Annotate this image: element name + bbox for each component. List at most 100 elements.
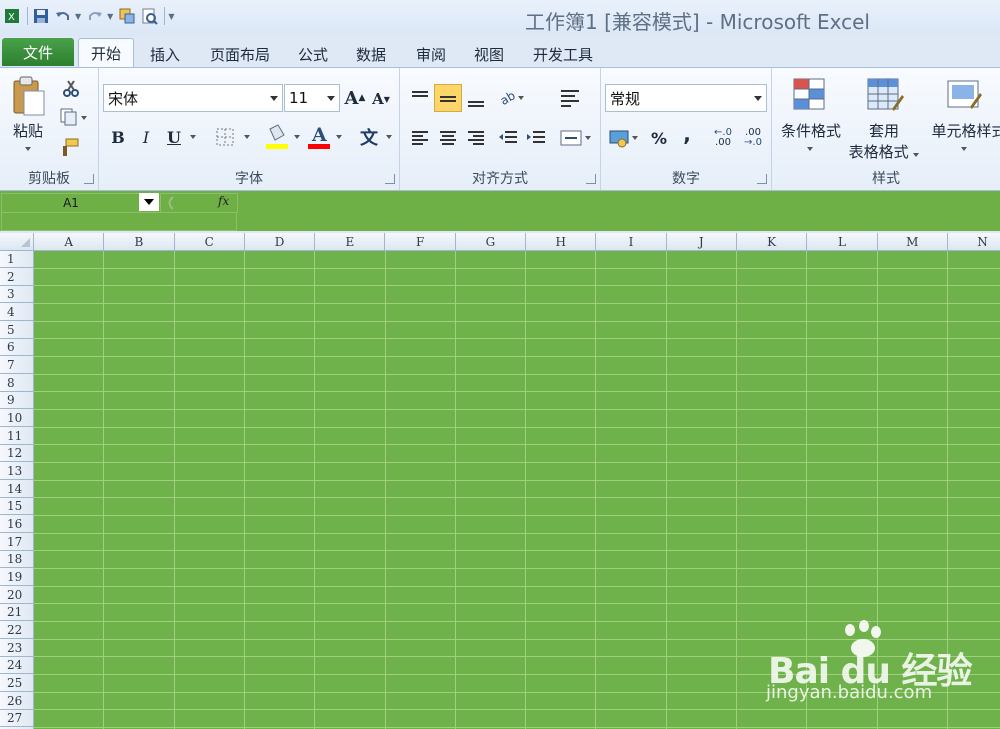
cut-icon[interactable] [60, 78, 82, 98]
decrease-decimal-button[interactable]: .00 →.0 [739, 124, 767, 152]
column-header[interactable]: J [667, 233, 737, 250]
table-format-label-2[interactable]: 表格格式 [846, 141, 922, 162]
conditional-format-dropdown-icon[interactable] [804, 144, 816, 154]
comma-button[interactable]: , [677, 120, 697, 148]
print-preview-icon[interactable] [139, 6, 159, 26]
align-top-icon[interactable] [406, 84, 434, 112]
cell-styles-dropdown-icon[interactable] [958, 144, 970, 154]
column-header[interactable]: L [807, 233, 878, 250]
phonetic-dropdown-icon[interactable] [383, 130, 395, 144]
table-format-dropdown-icon[interactable] [913, 153, 920, 157]
row-header[interactable]: 20 [0, 587, 33, 604]
chevron-down-icon[interactable] [270, 96, 278, 101]
borders-dropdown-icon[interactable] [241, 130, 253, 144]
tab-formulas[interactable]: 公式 [290, 41, 336, 67]
name-box[interactable]: A1 [1, 193, 141, 213]
align-middle-icon[interactable] [434, 84, 462, 112]
increase-indent-icon[interactable] [522, 124, 550, 152]
undo-dropdown-icon[interactable]: ▼ [75, 12, 81, 21]
align-right-icon[interactable] [462, 124, 490, 152]
align-center-icon[interactable] [434, 124, 462, 152]
font-size-combo[interactable]: 11 [284, 84, 340, 112]
row-header[interactable]: 1 [0, 251, 33, 268]
formula-input[interactable] [1, 212, 237, 231]
tab-insert[interactable]: 插入 [140, 41, 190, 67]
row-header[interactable]: 26 [0, 693, 33, 710]
number-format-combo[interactable]: 常规 [605, 84, 767, 112]
row-header[interactable]: 7 [0, 357, 33, 374]
copy-format-icon[interactable] [117, 6, 137, 26]
underline-button[interactable]: U [161, 124, 187, 150]
column-header[interactable]: K [737, 233, 808, 250]
save-icon[interactable] [31, 6, 51, 26]
column-header[interactable]: E [315, 233, 386, 250]
row-header[interactable]: 12 [0, 445, 33, 463]
row-header[interactable]: 15 [0, 498, 33, 516]
undo-icon[interactable] [53, 6, 73, 26]
column-header[interactable]: I [596, 233, 667, 250]
number-launcher-icon[interactable] [757, 174, 767, 184]
redo-dropdown-icon[interactable]: ▼ [107, 12, 113, 21]
cell-styles-icon[interactable] [942, 74, 986, 116]
row-header[interactable]: 23 [0, 640, 33, 657]
column-header[interactable]: F [386, 233, 456, 250]
conditional-format-label[interactable]: 条件格式 [776, 120, 846, 141]
row-header[interactable]: 6 [0, 339, 33, 357]
align-left-icon[interactable] [406, 124, 434, 152]
row-header[interactable]: 10 [0, 410, 33, 427]
underline-dropdown-icon[interactable] [187, 130, 199, 144]
phonetic-button[interactable]: 文 [355, 122, 383, 152]
column-header[interactable]: M [878, 233, 948, 250]
tab-home[interactable]: 开始 [78, 38, 134, 68]
align-bottom-icon[interactable] [462, 84, 490, 112]
row-header[interactable]: 4 [0, 304, 33, 321]
table-format-label-1[interactable]: 套用 [854, 120, 914, 141]
chevron-down-icon[interactable] [754, 96, 762, 101]
tab-developer[interactable]: 开发工具 [524, 41, 602, 67]
row-header[interactable]: 14 [0, 481, 33, 498]
column-header[interactable]: A [34, 233, 105, 250]
redo-icon[interactable] [85, 6, 105, 26]
excel-logo-icon[interactable]: X [2, 6, 22, 26]
merge-center-icon[interactable] [558, 124, 594, 152]
accounting-format-icon[interactable] [607, 124, 641, 152]
row-header[interactable]: 3 [0, 286, 33, 304]
select-all-corner[interactable] [0, 233, 34, 250]
name-box-dropdown-icon[interactable] [139, 193, 159, 211]
tab-page-layout[interactable]: 页面布局 [200, 41, 280, 67]
italic-button[interactable]: I [133, 124, 159, 150]
row-header[interactable]: 5 [0, 322, 33, 339]
fill-color-button[interactable] [263, 122, 291, 152]
tab-review[interactable]: 审阅 [408, 41, 454, 67]
row-header[interactable]: 25 [0, 675, 33, 692]
paste-icon[interactable] [8, 74, 48, 118]
fill-color-dropdown-icon[interactable] [291, 130, 303, 144]
table-format-icon[interactable] [862, 74, 906, 116]
row-header[interactable]: 16 [0, 516, 33, 533]
paste-label[interactable]: 粘贴 [10, 120, 46, 141]
copy-icon[interactable] [56, 106, 92, 128]
insert-function-icon[interactable]: fx [218, 194, 229, 208]
font-color-button[interactable]: A [305, 122, 333, 152]
borders-button[interactable] [211, 124, 241, 150]
row-header[interactable]: 17 [0, 534, 33, 551]
customize-qat-icon[interactable]: ▼ [168, 12, 174, 21]
wrap-text-icon[interactable] [556, 84, 584, 112]
conditional-format-icon[interactable] [788, 74, 832, 116]
row-header[interactable]: 2 [0, 269, 33, 286]
column-header[interactable]: C [175, 233, 245, 250]
format-painter-icon[interactable] [58, 136, 80, 158]
tab-view[interactable]: 视图 [466, 41, 512, 67]
row-header[interactable]: 18 [0, 551, 33, 569]
paste-dropdown-icon[interactable] [22, 144, 34, 154]
cell-styles-label[interactable]: 单元格样式 [924, 120, 1000, 141]
row-header[interactable]: 9 [0, 392, 33, 410]
orientation-icon[interactable]: ab [496, 84, 528, 112]
row-header[interactable]: 19 [0, 569, 33, 586]
increase-decimal-button[interactable]: ←.0 .00 [709, 124, 737, 152]
font-color-dropdown-icon[interactable] [333, 130, 345, 144]
column-header[interactable]: B [104, 233, 175, 250]
row-header[interactable]: 8 [0, 375, 33, 392]
row-header[interactable]: 27 [0, 710, 33, 728]
tab-data[interactable]: 数据 [348, 41, 394, 67]
